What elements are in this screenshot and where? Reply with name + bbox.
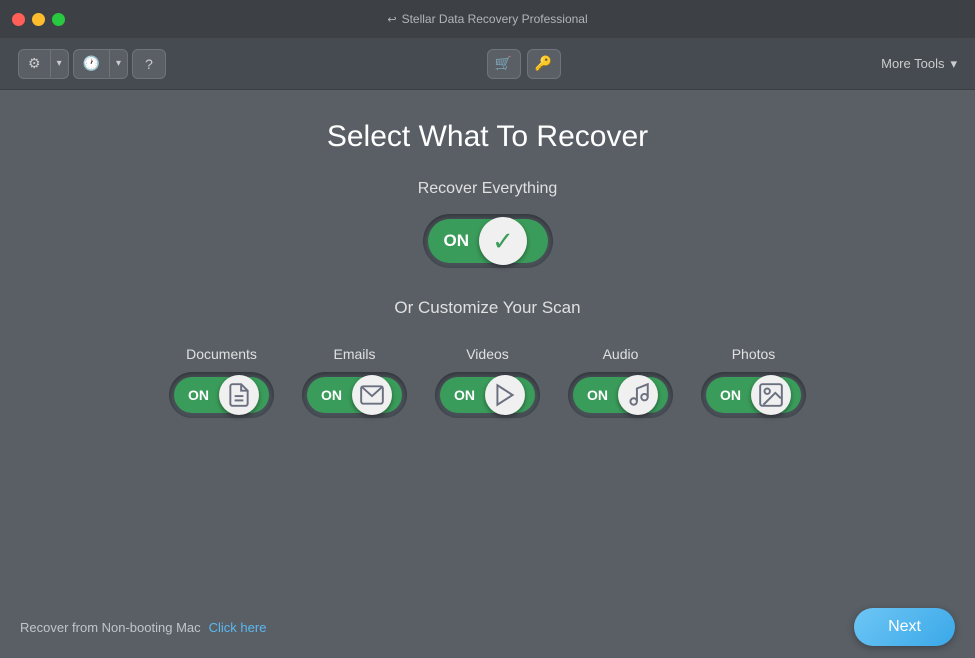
audio-icon — [625, 382, 651, 408]
photo-icon — [758, 382, 784, 408]
documents-on-text: ON — [174, 387, 219, 403]
photos-knob — [751, 375, 791, 415]
help-button[interactable]: ? — [132, 49, 166, 79]
back-icon: ↩ — [387, 13, 396, 26]
recover-everything-label: Recover Everything — [418, 180, 558, 198]
recover-nonbooting-label: Recover from Non-booting Mac — [20, 620, 201, 635]
videos-toggle[interactable]: ON — [435, 372, 540, 418]
emails-on-text: ON — [307, 387, 352, 403]
videos-knob — [485, 375, 525, 415]
audio-label: Audio — [603, 346, 639, 362]
more-tools-button[interactable]: More Tools ▾ — [881, 56, 957, 72]
audio-toggle[interactable]: ON — [568, 372, 673, 418]
page-title: Select What To Recover — [327, 120, 648, 154]
toolbar-left: ⚙ ▾ 🕐 ▾ ? — [18, 49, 166, 79]
settings-dropdown[interactable]: ▾ — [51, 53, 68, 74]
photos-toggle[interactable]: ON — [701, 372, 806, 418]
maximize-button[interactable] — [52, 13, 65, 26]
history-button[interactable]: 🕐 — [74, 50, 110, 77]
videos-label: Videos — [466, 346, 509, 362]
audio-knob — [618, 375, 658, 415]
settings-group[interactable]: ⚙ ▾ — [18, 49, 69, 79]
next-button[interactable]: Next — [854, 608, 955, 646]
emails-knob — [352, 375, 392, 415]
main-content: Select What To Recover Recover Everythin… — [0, 90, 975, 596]
history-group[interactable]: 🕐 ▾ — [73, 49, 128, 79]
documents-label: Documents — [186, 346, 257, 362]
categories-row: Documents ON Emails — [40, 346, 935, 418]
photos-label: Photos — [732, 346, 776, 362]
toggle-on-text: ON — [428, 231, 480, 251]
checkmark-icon: ✓ — [492, 226, 514, 257]
category-emails: Emails ON — [302, 346, 407, 418]
title-bar: ↩ Stellar Data Recovery Professional — [0, 0, 975, 38]
audio-on-text: ON — [573, 387, 618, 403]
close-button[interactable] — [12, 13, 25, 26]
toolbar: ⚙ ▾ 🕐 ▾ ? 🛒 🔑 More Tools ▾ — [0, 38, 975, 90]
video-play-icon — [492, 382, 518, 408]
cart-button[interactable]: 🛒 — [487, 49, 521, 79]
minimize-button[interactable] — [32, 13, 45, 26]
category-audio: Audio ON — [568, 346, 673, 418]
documents-toggle[interactable]: ON — [169, 372, 274, 418]
videos-on-text: ON — [440, 387, 485, 403]
email-icon — [359, 382, 385, 408]
customize-label: Or Customize Your Scan — [394, 298, 580, 318]
recover-everything-toggle-container[interactable]: ON ✓ — [423, 214, 553, 268]
toolbar-center: 🛒 🔑 — [166, 49, 881, 79]
documents-knob — [219, 375, 259, 415]
toggle-knob: ✓ — [479, 217, 527, 265]
emails-toggle[interactable]: ON — [302, 372, 407, 418]
category-photos: Photos ON — [701, 346, 806, 418]
photos-on-text: ON — [706, 387, 751, 403]
category-documents: Documents ON — [169, 346, 274, 418]
emails-label: Emails — [333, 346, 375, 362]
bottom-bar: Recover from Non-booting Mac Click here … — [0, 596, 975, 658]
history-dropdown[interactable]: ▾ — [110, 53, 127, 74]
recover-everything-toggle[interactable]: ON ✓ — [423, 214, 553, 268]
settings-button[interactable]: ⚙ — [19, 50, 51, 77]
window-controls — [12, 13, 65, 26]
bottom-left: Recover from Non-booting Mac Click here — [20, 620, 266, 635]
click-here-link[interactable]: Click here — [209, 620, 267, 635]
category-videos: Videos ON — [435, 346, 540, 418]
key-button[interactable]: 🔑 — [527, 49, 561, 79]
chevron-down-icon: ▾ — [950, 56, 957, 72]
window-title: ↩ Stellar Data Recovery Professional — [387, 12, 587, 26]
document-icon — [226, 382, 252, 408]
